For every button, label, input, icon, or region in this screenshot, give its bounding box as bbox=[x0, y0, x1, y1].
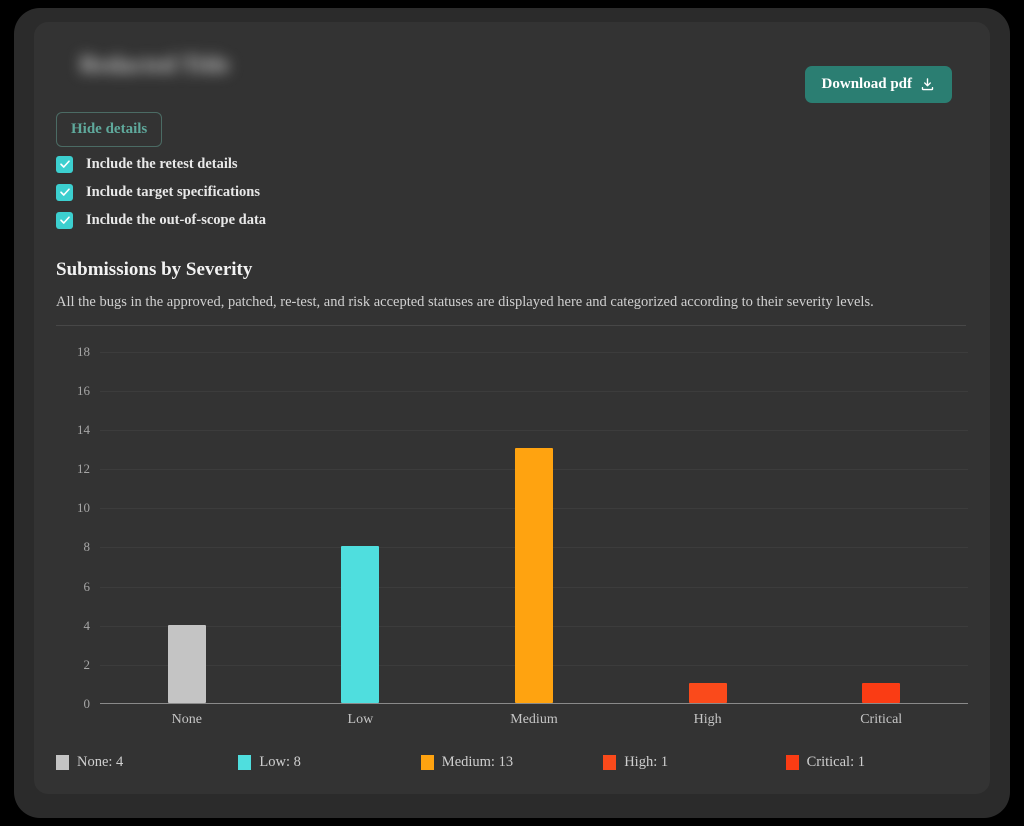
legend-label: Medium: 13 bbox=[441, 754, 514, 770]
legend-label: Critical: 1 bbox=[806, 754, 865, 770]
legend-swatch-icon bbox=[56, 755, 69, 770]
option-row-target-specifications[interactable]: Include target specifications bbox=[56, 178, 556, 206]
y-axis-tick-label: 4 bbox=[83, 617, 91, 633]
chart-y-axis: 18 16 14 12 10 8 6 4 2 0 bbox=[56, 332, 91, 711]
chart-plot-area bbox=[100, 332, 968, 704]
y-axis-tick-label: 12 bbox=[77, 461, 90, 477]
download-icon bbox=[920, 77, 935, 92]
x-axis-tick-label: Critical bbox=[860, 712, 903, 727]
section-title: Submissions by Severity bbox=[56, 259, 253, 280]
chart-bar-critical[interactable] bbox=[862, 683, 901, 703]
legend-label: High: 1 bbox=[624, 754, 669, 770]
y-axis-tick-label: 14 bbox=[77, 421, 90, 437]
legend-swatch-icon bbox=[603, 755, 617, 770]
chart-bar-slot bbox=[274, 332, 448, 703]
download-pdf-button[interactable]: Download pdf bbox=[804, 66, 952, 103]
chart-bar-slot bbox=[621, 332, 795, 703]
hide-details-button[interactable]: Hide details bbox=[56, 112, 163, 147]
chart-bar-slot bbox=[794, 332, 968, 703]
y-axis-tick-label: 16 bbox=[77, 382, 90, 398]
download-pdf-label: Download pdf bbox=[821, 76, 912, 92]
y-axis-tick-label: 10 bbox=[77, 500, 90, 516]
y-axis-tick-label: 8 bbox=[83, 539, 91, 555]
chart-x-axis: None Low Medium High Critical bbox=[100, 712, 968, 736]
chart-bar-none[interactable] bbox=[167, 624, 206, 703]
x-axis-tick-label: Low bbox=[347, 712, 374, 727]
chart-bars-layer bbox=[100, 332, 968, 703]
chart-x-axis-line bbox=[100, 703, 968, 704]
y-axis-tick-label: 18 bbox=[77, 343, 90, 359]
panel-header: Redacted Title Download pdf bbox=[58, 44, 966, 103]
section-divider bbox=[56, 325, 966, 326]
legend-item-critical[interactable]: Critical: 1 bbox=[785, 754, 865, 771]
page-title: Redacted Title bbox=[80, 52, 230, 77]
chart-bar-slot bbox=[100, 332, 274, 703]
chart-bar-slot bbox=[447, 332, 621, 703]
report-panel: Redacted Title Download pdf Hide details bbox=[34, 22, 990, 794]
option-label-out-of-scope-data: Include the out-of-scope data bbox=[86, 211, 267, 228]
x-axis-tick-label: Medium bbox=[510, 712, 558, 727]
option-row-retest-details[interactable]: Include the retest details bbox=[56, 150, 556, 178]
checkbox-checked-icon[interactable] bbox=[56, 183, 73, 201]
legend-item-low[interactable]: Low: 8 bbox=[238, 754, 301, 771]
chart-bar-high[interactable] bbox=[688, 683, 727, 703]
y-axis-tick-label: 0 bbox=[83, 696, 91, 711]
y-axis-tick-label: 2 bbox=[83, 656, 91, 672]
legend-label: Low: 8 bbox=[259, 754, 301, 770]
legend-label: None: 4 bbox=[77, 754, 124, 770]
option-row-out-of-scope-data[interactable]: Include the out-of-scope data bbox=[56, 206, 556, 234]
legend-item-high[interactable]: High: 1 bbox=[603, 754, 668, 771]
app-root: Redacted Title Download pdf Hide details bbox=[0, 0, 1024, 826]
chart-bar-medium[interactable] bbox=[514, 448, 553, 703]
y-axis-tick-label: 6 bbox=[83, 578, 91, 594]
chart-legend: None: 4 Low: 8 Medium: 13 High: 1 Critical: … bbox=[56, 754, 968, 776]
x-axis-tick-label: None bbox=[171, 712, 202, 727]
legend-swatch-icon bbox=[238, 755, 252, 770]
x-axis-tick-label: High bbox=[693, 712, 722, 727]
section-description: All the bugs in the approved, patched, r… bbox=[56, 294, 874, 310]
legend-item-none[interactable]: None: 4 bbox=[56, 754, 123, 771]
legend-swatch-icon bbox=[420, 755, 434, 770]
legend-swatch-icon bbox=[785, 755, 799, 770]
checkbox-checked-icon[interactable] bbox=[56, 155, 73, 173]
report-options-list: Include the retest details Include targe… bbox=[56, 150, 556, 234]
chart-bar-low[interactable] bbox=[341, 546, 380, 703]
option-label-retest-details: Include the retest details bbox=[86, 155, 238, 172]
legend-item-medium[interactable]: Medium: 13 bbox=[420, 754, 514, 771]
checkbox-checked-icon[interactable] bbox=[56, 211, 73, 229]
option-label-target-specifications: Include target specifications bbox=[86, 183, 260, 200]
severity-bar-chart: 18 16 14 12 10 8 6 4 2 0 None Low Medium High Critica… bbox=[56, 332, 968, 727]
